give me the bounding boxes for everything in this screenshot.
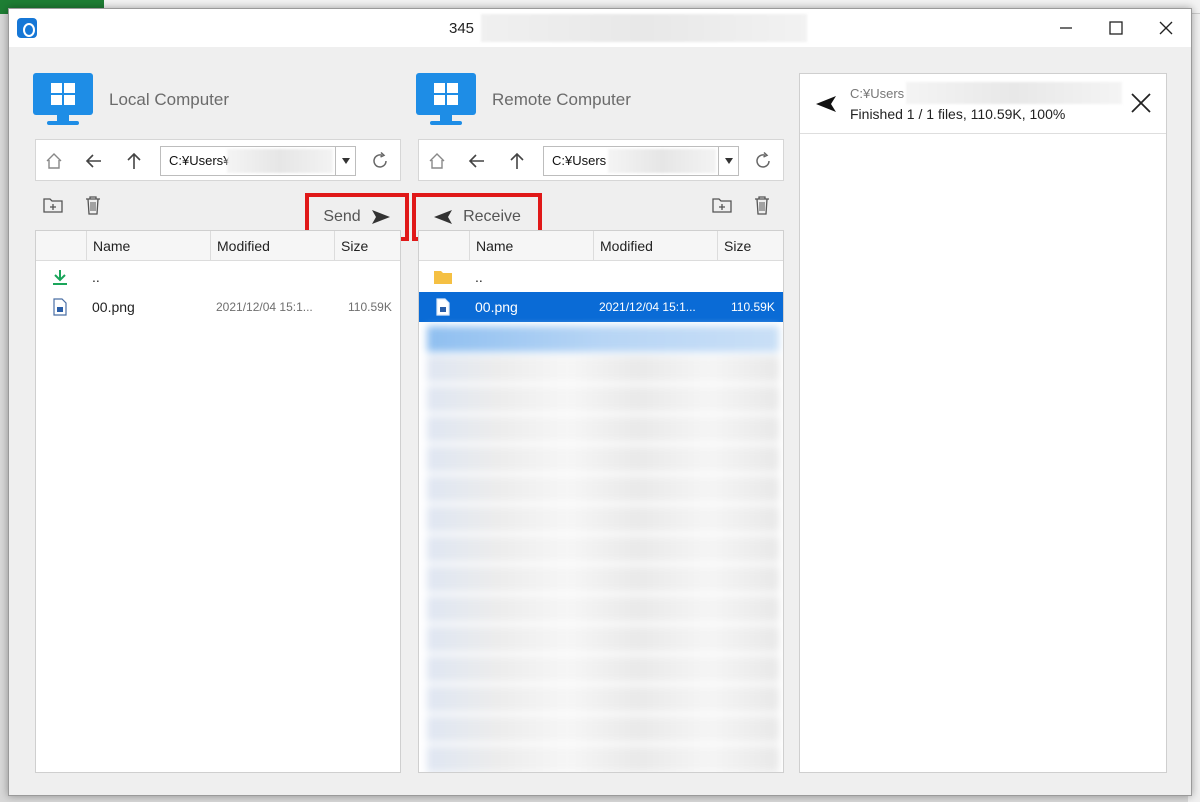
remote-pane-header: Remote Computer: [416, 73, 631, 127]
transfer-item: C:¥Users Finished 1 / 1 files, 110.59K, …: [800, 74, 1166, 134]
remote-list-header: Name Modified Size: [419, 231, 783, 261]
local-list-header: Name Modified Size: [36, 231, 400, 261]
refresh-button[interactable]: [368, 149, 392, 173]
table-row[interactable]: 00.png 2021/12/04 15:1... 110.59K: [36, 292, 400, 322]
column-name[interactable]: Name: [86, 231, 210, 261]
close-icon[interactable]: [1128, 90, 1154, 116]
home-icon: [46, 153, 62, 169]
remote-navbar: C:¥Users: [418, 139, 784, 181]
window-title: 345: [449, 20, 475, 37]
close-window-button[interactable]: [1141, 9, 1191, 47]
image-file-icon: [50, 297, 70, 317]
file-transfer-window: 345 Local Computer C:¥Users¥ Send Name M…: [8, 8, 1192, 796]
column-name[interactable]: Name: [469, 231, 593, 261]
file-name: 00.png: [475, 299, 518, 315]
arrow-left-icon: [85, 154, 101, 168]
file-name: ..: [92, 269, 100, 285]
home-button[interactable]: [425, 149, 449, 173]
file-name: ..: [475, 269, 483, 285]
back-button[interactable]: [465, 149, 489, 173]
column-modified[interactable]: Modified: [593, 231, 717, 261]
remote-new-folder-button[interactable]: [710, 193, 734, 217]
trash-icon: [86, 196, 100, 215]
local-new-folder-button[interactable]: [41, 193, 65, 217]
local-delete-button[interactable]: [81, 193, 105, 217]
table-row[interactable]: ..: [419, 262, 783, 292]
transfer-status-panel: C:¥Users Finished 1 / 1 files, 110.59K, …: [799, 73, 1167, 773]
arrow-up-icon: [127, 152, 141, 169]
arrow-up-icon: [510, 152, 524, 169]
download-icon: [50, 267, 70, 287]
send-label: Send: [323, 208, 361, 225]
remote-toolbar: [418, 185, 784, 225]
home-icon: [429, 153, 445, 169]
send-arrow-icon: [371, 210, 390, 224]
local-pane-title: Local Computer: [109, 90, 230, 109]
path-redacted: [608, 149, 716, 173]
transfer-path-redacted: [906, 82, 1122, 104]
remote-delete-button[interactable]: [750, 193, 774, 217]
folder-icon: [433, 267, 453, 287]
title-redacted: [481, 14, 807, 42]
local-navbar: C:¥Users¥: [35, 139, 401, 181]
column-modified[interactable]: Modified: [210, 231, 334, 261]
column-size[interactable]: Size: [334, 231, 400, 261]
file-modified: 2021/12/04 15:1...: [599, 300, 696, 314]
app-logo-icon: [17, 18, 37, 38]
file-size: 110.59K: [348, 300, 392, 314]
arrow-left-icon: [468, 154, 484, 168]
chevron-down-icon: [724, 158, 733, 164]
remote-file-list[interactable]: Name Modified Size .. 00.png 2021/12/04 …: [418, 230, 784, 773]
trash-icon: [755, 196, 769, 215]
local-path-text: C:¥Users¥: [169, 153, 231, 168]
local-path-dropdown[interactable]: [335, 146, 355, 176]
title-bar[interactable]: 345: [9, 9, 1191, 47]
new-folder-icon: [43, 198, 63, 213]
file-name: 00.png: [92, 299, 135, 315]
refresh-icon: [756, 151, 770, 168]
monitor-icon: [416, 73, 476, 127]
window-content: Local Computer C:¥Users¥ Send Name Modif…: [9, 47, 1191, 795]
redacted-file-rows: [427, 326, 779, 772]
remote-pane-title: Remote Computer: [492, 90, 631, 109]
local-path-input[interactable]: C:¥Users¥: [160, 146, 356, 176]
home-button[interactable]: [42, 149, 66, 173]
minimize-button[interactable]: [1041, 9, 1091, 47]
transfer-path: C:¥Users: [850, 86, 905, 101]
remote-path-dropdown[interactable]: [718, 146, 738, 176]
monitor-icon: [33, 73, 93, 127]
file-modified: 2021/12/04 15:1...: [216, 300, 313, 314]
file-size: 110.59K: [731, 300, 775, 314]
refresh-icon: [373, 151, 387, 168]
minimize-icon: [1060, 27, 1072, 29]
path-redacted: [227, 149, 333, 173]
chevron-down-icon: [341, 158, 350, 164]
remote-path-text: C:¥Users: [552, 153, 607, 168]
refresh-button[interactable]: [751, 149, 775, 173]
receive-direction-icon: [816, 96, 836, 112]
maximize-button[interactable]: [1091, 9, 1141, 47]
remote-path-input[interactable]: C:¥Users: [543, 146, 739, 176]
local-pane-header: Local Computer: [33, 73, 229, 127]
new-folder-icon: [712, 198, 732, 213]
image-file-icon: [433, 297, 453, 317]
close-icon: [1159, 21, 1173, 35]
table-row[interactable]: ..: [36, 262, 400, 292]
maximize-icon: [1109, 21, 1123, 35]
back-button[interactable]: [82, 149, 106, 173]
local-file-list[interactable]: Name Modified Size .. 00.png 2021/12/04 …: [35, 230, 401, 773]
up-button[interactable]: [505, 149, 529, 173]
up-button[interactable]: [122, 149, 146, 173]
transfer-status-text: Finished 1 / 1 files, 110.59K, 100%: [850, 106, 1066, 122]
table-row-selected[interactable]: 00.png 2021/12/04 15:1... 110.59K: [419, 292, 783, 322]
column-size[interactable]: Size: [717, 231, 783, 261]
